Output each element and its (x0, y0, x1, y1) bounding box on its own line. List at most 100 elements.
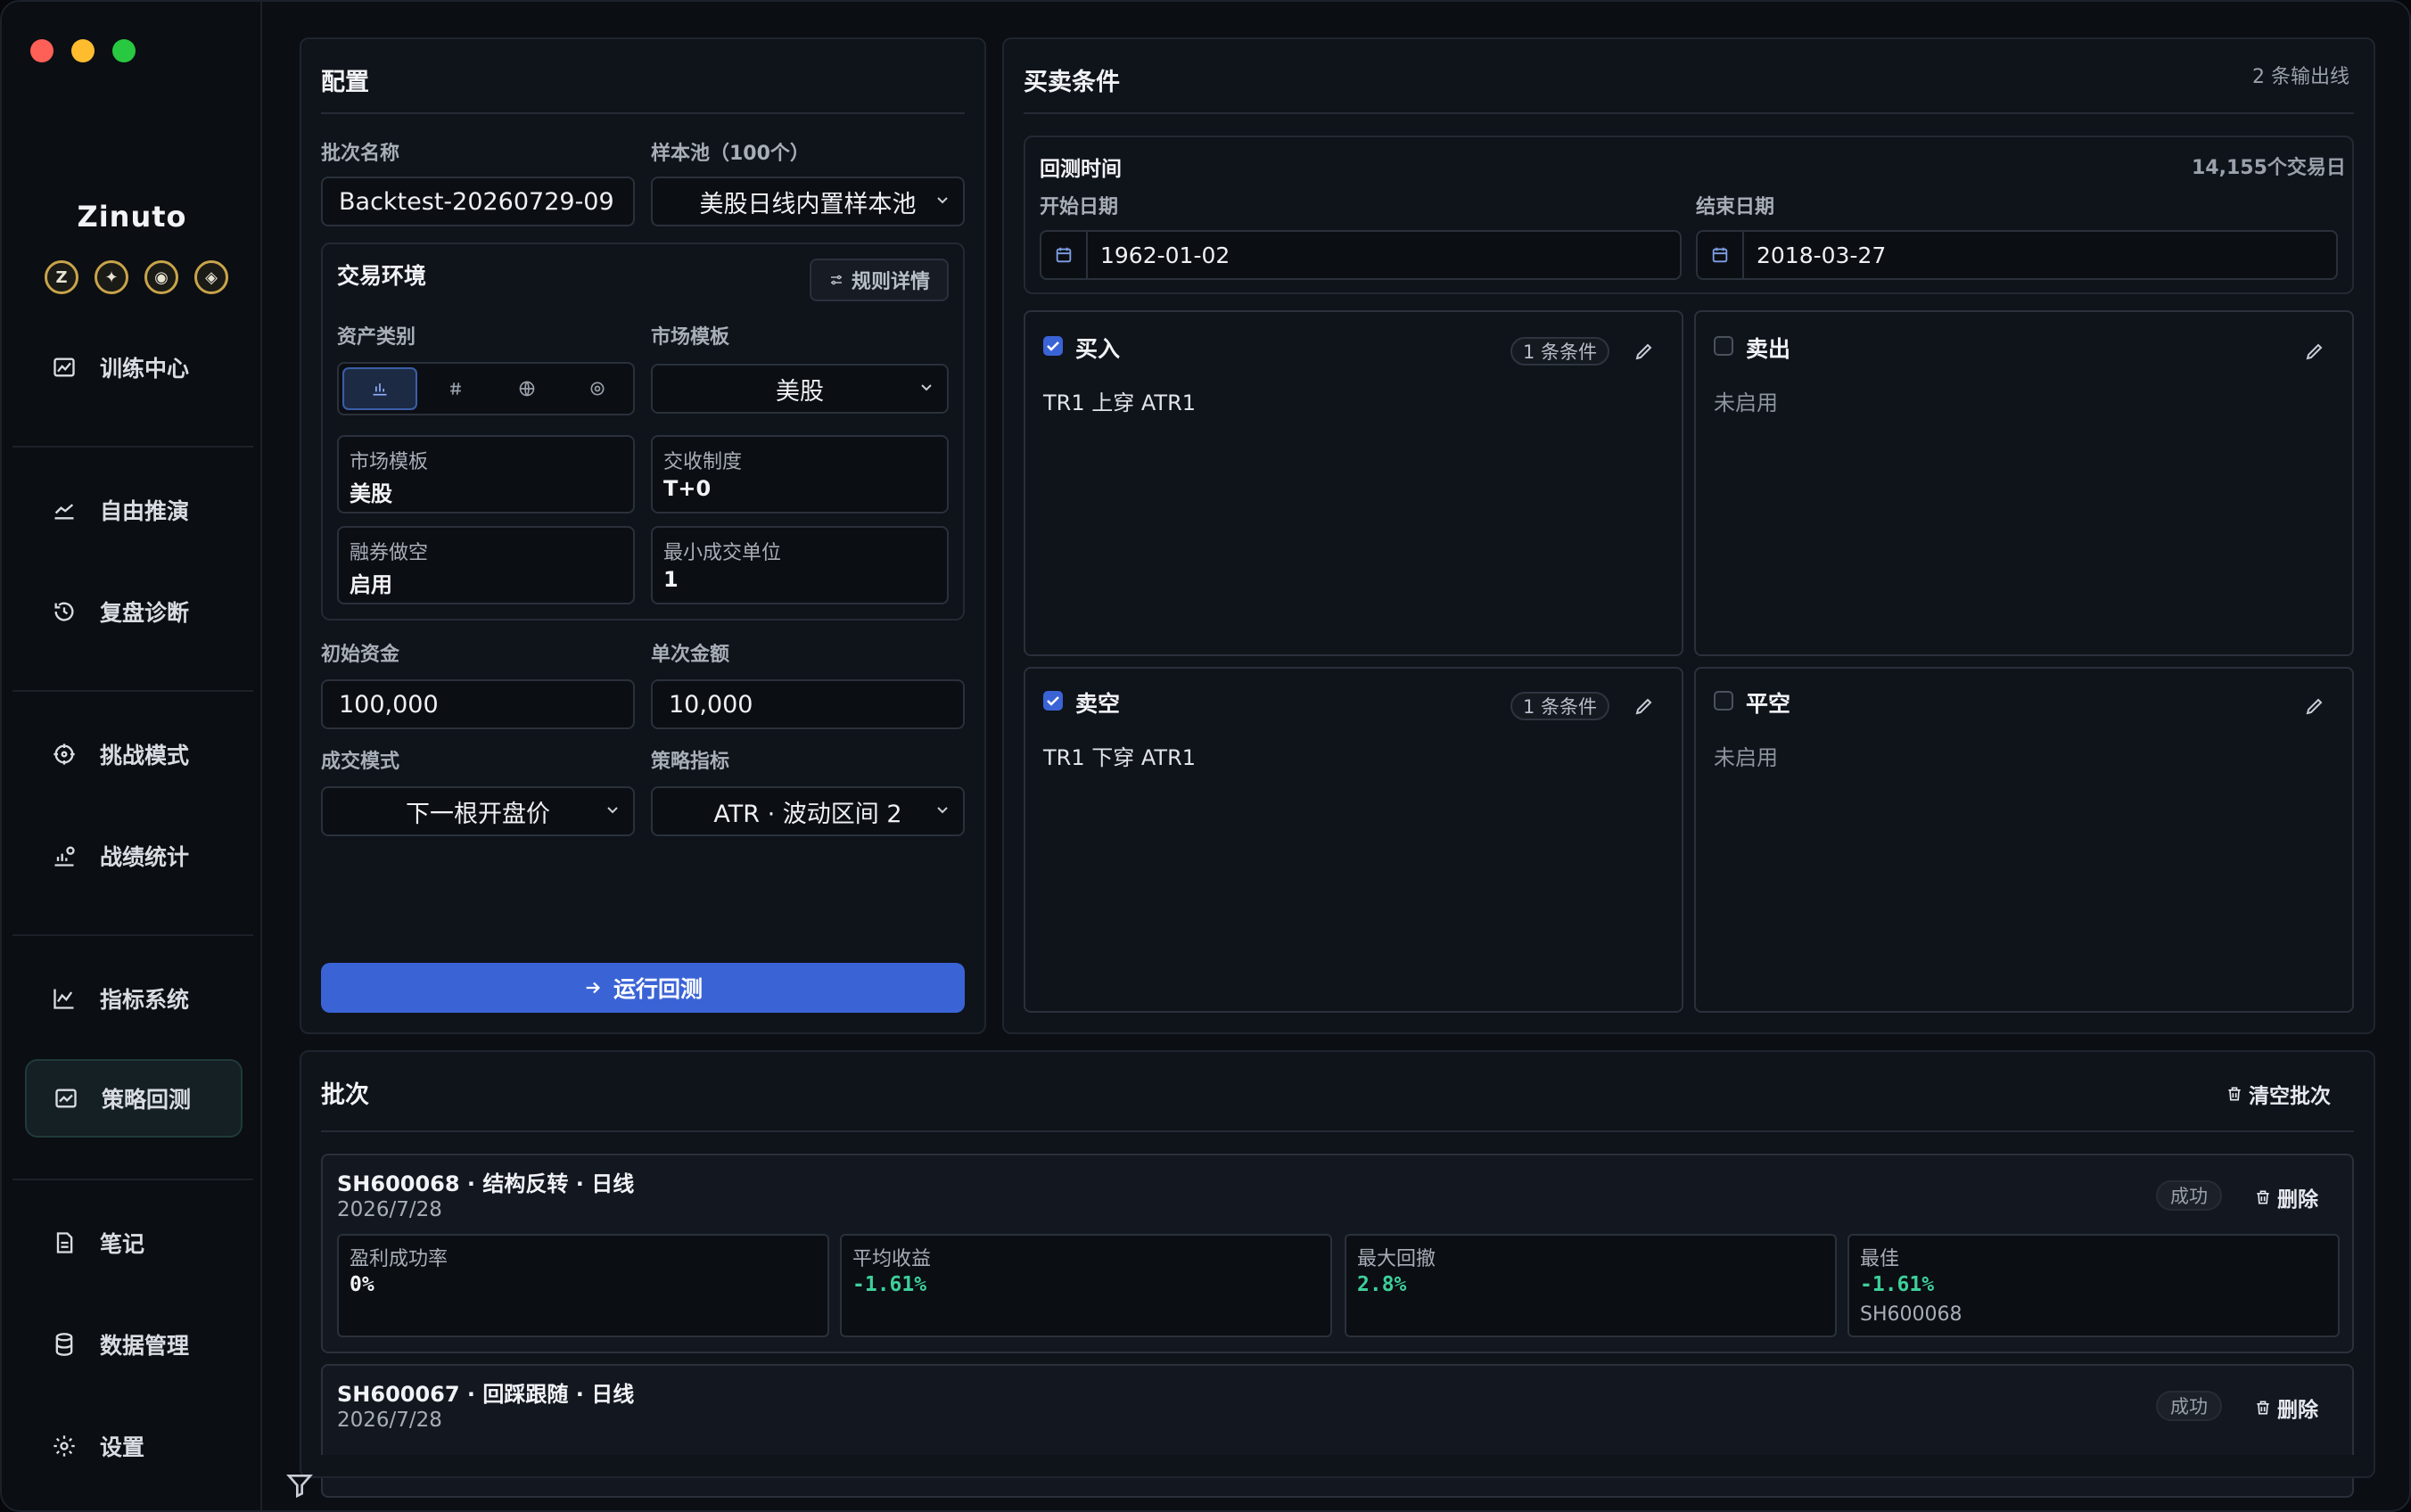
gear-icon (48, 1430, 80, 1462)
buy-checkbox[interactable] (1043, 336, 1063, 356)
delete-batch-button[interactable]: 删除 (2254, 1182, 2318, 1212)
sidebar-item-label: 自由推演 (100, 498, 190, 524)
metric-avg-return: 平均收益 -1.61% (840, 1234, 1332, 1337)
batch-name-input[interactable]: Backtest-20260729-09 (321, 177, 635, 226)
short-checkbox[interactable] (1043, 691, 1063, 711)
sidebar-item-label: 笔记 (100, 1231, 145, 1257)
batch-title: SH600068 · 结构反转 · 日线 (337, 1171, 635, 1196)
trash-icon (2257, 1401, 2269, 1415)
stats-icon (48, 840, 80, 872)
close-window-button[interactable] (30, 39, 53, 62)
asset-hashtag-option[interactable] (421, 364, 492, 414)
history-icon (48, 596, 80, 628)
sidebar-item-challenge[interactable]: 挑战模式 (25, 715, 243, 793)
market-template-label: 市场模板 (651, 326, 730, 349)
minimize-window-button[interactable] (71, 39, 95, 62)
divider (321, 1130, 2354, 1132)
delete-batch-button[interactable]: 删除 (2254, 1393, 2318, 1423)
status-badge: 成功 (2156, 1180, 2222, 1211)
sidebar-item-label: 战绩统计 (100, 844, 190, 870)
asset-stock-option[interactable] (342, 367, 417, 410)
coin-icon (590, 382, 605, 396)
fill-mode-value: 下一根开盘价 (406, 800, 550, 828)
asset-globe-option[interactable] (491, 364, 563, 414)
sidebar-item-indicators[interactable]: 指标系统 (25, 959, 243, 1038)
edit-icon[interactable] (2304, 341, 2325, 362)
info-key: 最小成交单位 (663, 542, 782, 564)
bar-chart-icon (373, 383, 387, 396)
sample-pool-select[interactable]: 美股日线内置样本池 (651, 177, 965, 226)
edit-icon[interactable] (2304, 695, 2325, 717)
badge-eye-icon: ◉ (144, 260, 178, 294)
info-settlement: 交收制度 T+0 (651, 435, 949, 514)
buy-condition-text: TR1 上穿 ATR1 (1043, 390, 1197, 415)
badge-shield-icon: ◈ (194, 260, 228, 294)
end-date-input[interactable]: 2018-03-27 (1696, 230, 2338, 280)
batches-scroll-clip (300, 1455, 2375, 1478)
single-amount-input[interactable]: 10,000 (651, 679, 965, 729)
sidebar-item-label: 挑战模式 (100, 743, 190, 768)
trash-icon (2257, 1190, 2269, 1204)
indicator-label: 策略指标 (651, 751, 730, 773)
edit-icon[interactable] (1633, 695, 1655, 717)
target-icon (48, 738, 80, 770)
buy-title: 买入 (1075, 336, 1121, 362)
indicator-select[interactable]: ATR · 波动区间 2 (651, 786, 965, 836)
sell-checkbox[interactable] (1714, 336, 1733, 356)
start-date-input[interactable]: 1962-01-02 (1040, 230, 1682, 280)
start-date-value: 1962-01-02 (1100, 242, 1230, 268)
sidebar-divider (12, 690, 253, 692)
edit-icon[interactable] (1633, 341, 1655, 362)
sidebar-item-backtest[interactable]: 策略回测 (25, 1059, 243, 1138)
asset-class-segmented[interactable] (337, 362, 635, 415)
metric-value: 2.8% (1357, 1273, 1407, 1296)
sidebar-item-label: 复盘诊断 (100, 600, 190, 626)
initial-capital-input[interactable]: 100,000 (321, 679, 635, 729)
sidebar-item-stats[interactable]: 战绩统计 (25, 817, 243, 895)
filter-icon[interactable] (285, 1471, 314, 1500)
sidebar: Zinuto Z ✦ ◉ ◈ 训练中心 自由推演 复盘诊断 挑战模式 战绩统计 … (2, 2, 262, 1510)
divider (1024, 112, 2354, 114)
fill-mode-select[interactable]: 下一根开盘价 (321, 786, 635, 836)
sidebar-item-label: 设置 (100, 1434, 145, 1460)
sell-condition-card[interactable] (1694, 310, 2354, 656)
check-icon (1047, 696, 1059, 706)
window-controls (30, 39, 136, 62)
sidebar-item-data[interactable]: 数据管理 (25, 1305, 243, 1384)
maximize-window-button[interactable] (112, 39, 136, 62)
cover-condition-card[interactable] (1694, 667, 2354, 1013)
info-value: 美股 (350, 481, 392, 506)
sidebar-item-notes[interactable]: 笔记 (25, 1204, 243, 1282)
metric-value: -1.61% (1860, 1273, 1935, 1296)
sidebar-item-review[interactable]: 复盘诊断 (25, 572, 243, 651)
sell-condition-text: 未启用 (1714, 390, 1778, 415)
divider (321, 112, 965, 114)
short-condition-count: 1 条条件 (1510, 692, 1610, 720)
cover-checkbox[interactable] (1714, 691, 1733, 711)
run-backtest-button[interactable]: 运行回测 (321, 963, 965, 1013)
batch-name-label: 批次名称 (321, 143, 400, 165)
line-chart-icon (48, 982, 80, 1015)
clear-batches-button[interactable]: 清空批次 (2226, 1079, 2331, 1109)
sidebar-item-label: 指标系统 (100, 987, 190, 1013)
config-title: 配置 (321, 69, 369, 96)
sell-title: 卖出 (1746, 336, 1791, 362)
short-title: 卖空 (1075, 691, 1121, 717)
sidebar-item-settings[interactable]: 设置 (25, 1407, 243, 1485)
rules-detail-button[interactable]: 规则详情 (810, 259, 949, 301)
metric-max-drawdown: 最大回撤 2.8% (1345, 1234, 1837, 1337)
metric-label: 最佳 (1860, 1248, 1900, 1270)
sidebar-item-training[interactable]: 训练中心 (25, 328, 243, 407)
market-template-select[interactable]: 美股 (651, 364, 949, 414)
info-key: 市场模板 (350, 451, 429, 473)
asset-coin-option[interactable] (563, 364, 634, 414)
sidebar-item-free-sim[interactable]: 自由推演 (25, 471, 243, 549)
metric-label: 盈利成功率 (350, 1248, 448, 1270)
arrow-right-icon (586, 982, 601, 994)
backtest-range-title: 回测时间 (1040, 158, 1122, 181)
metric-best: 最佳 -1.61% SH600068 (1847, 1234, 2340, 1337)
badge-star-icon: ✦ (95, 260, 128, 294)
metric-win-rate: 盈利成功率 0% (337, 1234, 829, 1337)
note-icon (48, 1227, 80, 1259)
info-short-selling: 融券做空 启用 (337, 526, 635, 604)
